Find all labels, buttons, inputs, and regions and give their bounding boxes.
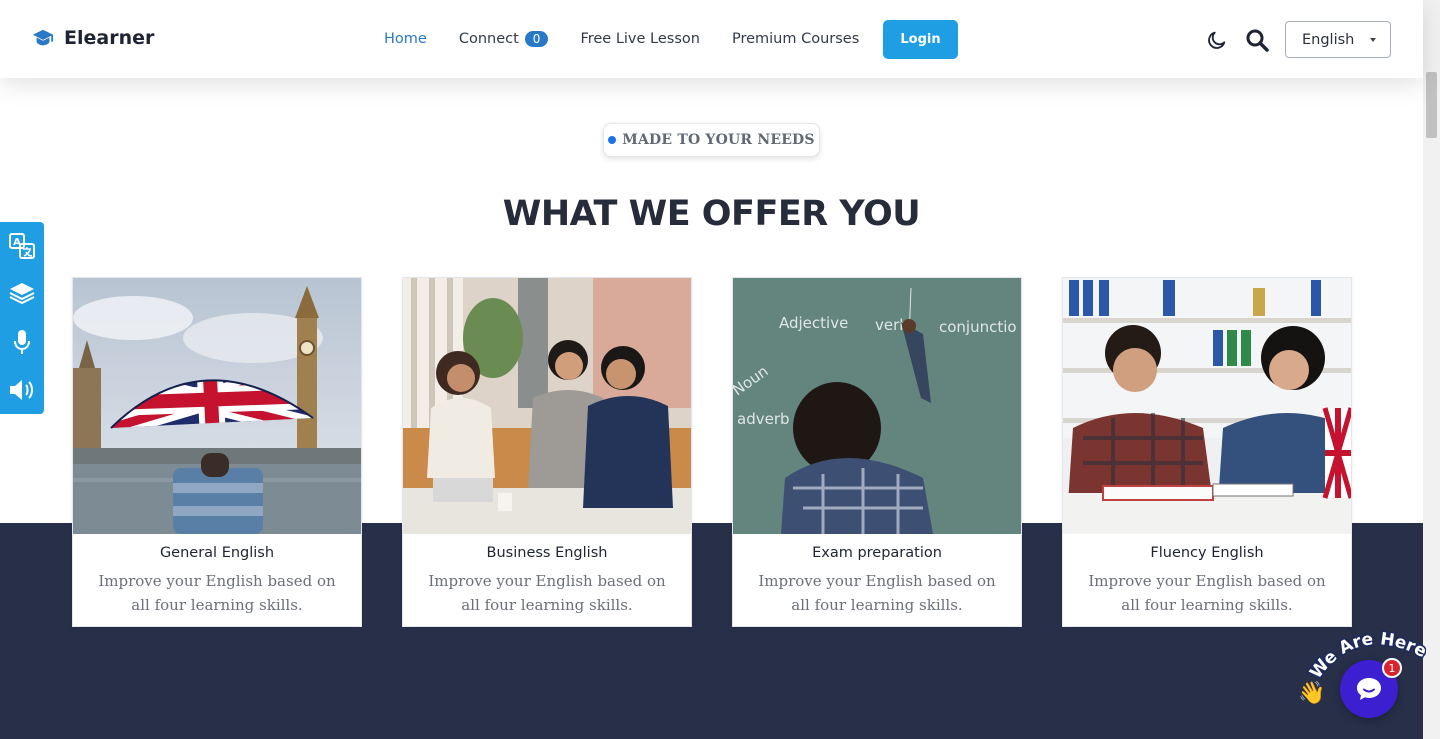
- main-nav: Home Connect 0 Free Live Lesson Premium …: [384, 0, 891, 78]
- language-select-value: English: [1302, 31, 1355, 48]
- waving-hand-icon: 👋: [1298, 680, 1326, 705]
- search-icon[interactable]: [1244, 27, 1270, 53]
- brand-logo[interactable]: Elearner: [32, 27, 154, 49]
- speaker-icon-glyph: [10, 379, 33, 400]
- section-eyebrow: MADE TO YOUR NEEDS: [603, 123, 820, 157]
- business-meeting-image: [403, 278, 691, 534]
- eyebrow-dot: [608, 136, 617, 144]
- eyebrow-text: MADE TO YOUR NEEDS: [622, 132, 815, 148]
- chevron-down-icon: [1370, 38, 1376, 42]
- chat-bubble-icon: [1357, 678, 1381, 700]
- card-description: Improve your English based on all four l…: [1088, 572, 1326, 614]
- card-description: Improve your English based on all four l…: [428, 572, 666, 614]
- microphone-icon[interactable]: [0, 318, 44, 366]
- course-card-exam-preparation[interactable]: Adjective verb conjunctio Noun adverb Ex…: [732, 277, 1022, 627]
- layers-icon[interactable]: [0, 270, 44, 318]
- course-card-fluency-english[interactable]: Fluency English Improve your English bas…: [1062, 277, 1352, 627]
- card-description: Improve your English based on all four l…: [98, 572, 336, 614]
- layers-icon-glyph: [9, 282, 35, 304]
- top-navbar: Elearner Home Connect 0 Free Live Lesson…: [0, 0, 1423, 78]
- card-title: Fluency English: [1150, 545, 1264, 561]
- course-card-business-english[interactable]: Business English Improve your English ba…: [402, 277, 692, 627]
- chat-unread-badge: 1: [1382, 658, 1402, 678]
- nav-premium-courses[interactable]: Premium Courses: [732, 31, 859, 47]
- connect-count-badge: 0: [524, 31, 549, 47]
- nav-free-live-lesson[interactable]: Free Live Lesson: [580, 31, 700, 47]
- nav-home[interactable]: Home: [384, 31, 427, 47]
- moon-icon-glyph: [1208, 31, 1226, 49]
- chalk-word: conjunctio: [939, 318, 1017, 336]
- login-button[interactable]: Login: [883, 20, 958, 59]
- card-title: General English: [159, 545, 275, 561]
- microphone-icon-glyph: [14, 329, 30, 354]
- nav-connect[interactable]: Connect 0: [459, 31, 549, 47]
- speaker-icon[interactable]: [0, 366, 44, 414]
- translate-icon-glyph: A: [9, 232, 35, 259]
- course-card-general-english[interactable]: General English Improve your English bas…: [72, 277, 362, 627]
- graduation-cap-icon: [32, 29, 54, 46]
- moon-icon[interactable]: [1204, 27, 1230, 53]
- language-select[interactable]: English: [1285, 21, 1391, 58]
- accessibility-toolbar: A: [0, 222, 44, 414]
- section-title: WHAT WE OFFER YOU: [502, 194, 921, 234]
- chalk-word: adverb: [737, 410, 790, 428]
- tutoring-session-image: [1063, 278, 1351, 534]
- search-icon-glyph: [1246, 29, 1269, 52]
- card-description: Improve your English based on all four l…: [758, 572, 996, 614]
- chat-widget[interactable]: We Are Here! 👋 1: [1296, 622, 1426, 732]
- brand-name: Elearner: [64, 27, 155, 49]
- nav-connect-label: Connect: [458, 31, 519, 47]
- translate-icon[interactable]: A: [0, 222, 44, 270]
- card-title: Business English: [486, 545, 608, 561]
- card-title: Exam preparation: [812, 545, 942, 561]
- page: Elearner Home Connect 0 Free Live Lesson…: [0, 0, 1440, 739]
- chalk-word: Adjective: [779, 314, 848, 332]
- london-umbrella-image: [73, 278, 361, 534]
- scrollbar-thumb[interactable]: [1426, 72, 1437, 138]
- chalkboard-student-image: Adjective verb conjunctio Noun adverb: [733, 278, 1021, 534]
